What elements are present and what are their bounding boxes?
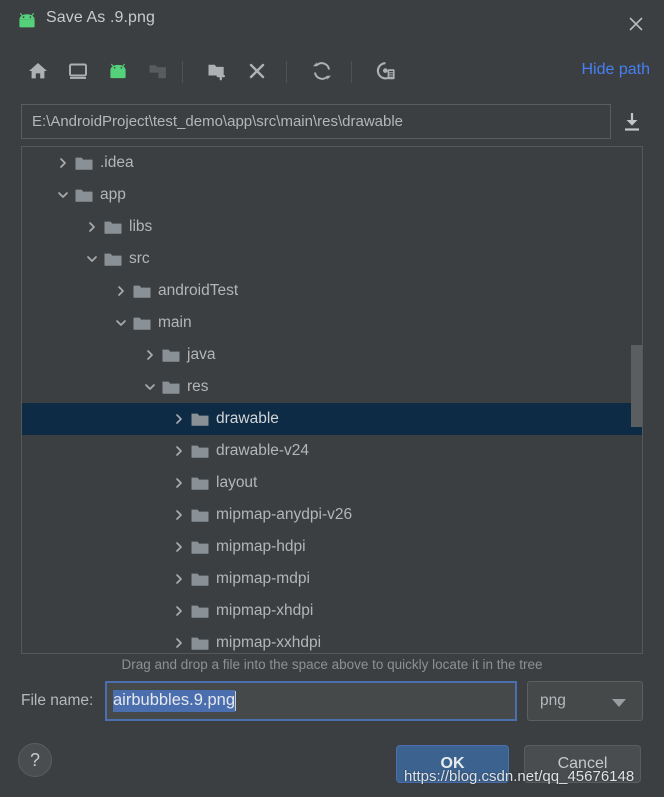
- toolbar-separator: [182, 61, 183, 83]
- tree-item-label: mipmap-mdpi: [216, 570, 310, 587]
- tree-row[interactable]: layout: [22, 467, 642, 499]
- toolbar-separator: [286, 61, 287, 83]
- tree-item-label: androidTest: [158, 282, 239, 299]
- tree-row[interactable]: app: [22, 179, 642, 211]
- folder-icon: [104, 220, 122, 235]
- tree-item-label: mipmap-anydpi-v26: [216, 506, 353, 523]
- tree-row[interactable]: res: [22, 371, 642, 403]
- chevron-down-icon[interactable]: [138, 371, 162, 403]
- download-icon[interactable]: [620, 111, 644, 133]
- tree-item-label: src: [129, 250, 150, 267]
- show-hidden-icon[interactable]: [368, 54, 402, 88]
- tree-row[interactable]: .idea: [22, 147, 642, 179]
- tree-row[interactable]: mipmap-anydpi-v26: [22, 499, 642, 531]
- desktop-icon[interactable]: [61, 54, 95, 88]
- tree-row[interactable]: mipmap-xxhdpi: [22, 627, 642, 653]
- tree-item-label: app: [100, 186, 126, 203]
- tree-row[interactable]: src: [22, 243, 642, 275]
- toolbar-separator: [351, 61, 352, 83]
- chevron-down-icon[interactable]: [80, 243, 104, 275]
- folder-icon: [133, 284, 151, 299]
- tree-row[interactable]: androidTest: [22, 275, 642, 307]
- drag-drop-hint: Drag and drop a file into the space abov…: [121, 657, 543, 672]
- tree-row[interactable]: drawable: [22, 403, 642, 435]
- chevron-right-icon[interactable]: [167, 467, 191, 499]
- tree-item-label: .idea: [100, 154, 134, 171]
- folder-icon: [75, 188, 93, 203]
- folder-icon: [162, 380, 180, 395]
- folder-icon: [133, 316, 151, 331]
- tree-row[interactable]: mipmap-xhdpi: [22, 595, 642, 627]
- folder-icon: [162, 348, 180, 363]
- file-name-label: File name:: [21, 692, 94, 709]
- folder-icon: [191, 444, 209, 459]
- folder-icon: [191, 636, 209, 651]
- android-project-icon[interactable]: [101, 54, 135, 88]
- tree-item-label: main: [158, 314, 192, 331]
- tree-item-label: mipmap-xhdpi: [216, 602, 314, 619]
- tree-row-list: .idea app libs src androidTest main java res dra…: [22, 147, 642, 653]
- tree-item-label: mipmap-hdpi: [216, 538, 306, 555]
- hide-path-link[interactable]: Hide path: [582, 61, 651, 79]
- extension-value: png: [540, 692, 566, 709]
- tree-row[interactable]: mipmap-hdpi: [22, 531, 642, 563]
- save-as-dialog: Save As .9.png Hide path E:\AndroidProje…: [0, 0, 664, 797]
- title-bar: Save As .9.png: [0, 0, 664, 46]
- tree-scrollbar-track[interactable]: [631, 147, 642, 653]
- refresh-icon[interactable]: [305, 54, 339, 88]
- tree-row[interactable]: libs: [22, 211, 642, 243]
- chevron-right-icon[interactable]: [167, 627, 191, 653]
- watermark-text: https://blog.csdn.net/qq_45676148: [404, 768, 635, 785]
- tree-row[interactable]: main: [22, 307, 642, 339]
- folder-icon: [191, 604, 209, 619]
- chevron-right-icon[interactable]: [80, 211, 104, 243]
- delete-icon[interactable]: [240, 54, 274, 88]
- path-input[interactable]: [21, 104, 611, 139]
- folder-icon: [191, 572, 209, 587]
- tree-item-label: res: [187, 378, 209, 395]
- tree-item-label: java: [187, 346, 216, 363]
- tree-row[interactable]: java: [22, 339, 642, 371]
- folder-disabled-icon: [141, 54, 175, 88]
- folder-icon: [191, 412, 209, 427]
- text-caret: [235, 691, 237, 711]
- extension-dropdown[interactable]: png: [527, 681, 643, 721]
- tree-row[interactable]: mipmap-mdpi: [22, 563, 642, 595]
- window-title: Save As .9.png: [46, 9, 156, 26]
- chevron-right-icon[interactable]: [138, 339, 162, 371]
- folder-icon: [191, 540, 209, 555]
- toolbar: Hide path: [0, 46, 664, 98]
- folder-icon: [104, 252, 122, 267]
- folder-icon: [191, 476, 209, 491]
- tree-scrollbar-thumb[interactable]: [631, 345, 642, 427]
- chevron-right-icon[interactable]: [109, 275, 133, 307]
- tree-item-label: mipmap-xxhdpi: [216, 634, 322, 651]
- chevron-down-icon: [612, 699, 626, 707]
- home-icon[interactable]: [21, 54, 55, 88]
- tree-item-label: drawable-v24: [216, 442, 310, 459]
- folder-icon: [191, 508, 209, 523]
- tree-row[interactable]: drawable-v24: [22, 435, 642, 467]
- file-name-value: airbubbles.9.png: [113, 690, 236, 712]
- close-icon[interactable]: [622, 10, 650, 38]
- path-bar: [0, 100, 664, 142]
- chevron-right-icon[interactable]: [167, 499, 191, 531]
- chevron-down-icon[interactable]: [51, 179, 75, 211]
- chevron-down-icon[interactable]: [109, 307, 133, 339]
- tree-item-label: drawable: [216, 410, 279, 427]
- chevron-right-icon[interactable]: [167, 595, 191, 627]
- new-folder-icon[interactable]: [200, 54, 234, 88]
- android-robot-icon: [16, 13, 38, 29]
- chevron-right-icon[interactable]: [167, 403, 191, 435]
- chevron-right-icon[interactable]: [167, 563, 191, 595]
- chevron-right-icon[interactable]: [51, 147, 75, 179]
- folder-icon: [75, 156, 93, 171]
- chevron-right-icon[interactable]: [167, 435, 191, 467]
- tree-item-label: layout: [216, 474, 258, 491]
- file-name-input[interactable]: airbubbles.9.png: [105, 681, 517, 721]
- tree-item-label: libs: [129, 218, 153, 235]
- directory-tree[interactable]: .idea app libs src androidTest main java res dra…: [21, 146, 643, 654]
- help-button[interactable]: ?: [18, 743, 52, 777]
- chevron-right-icon[interactable]: [167, 531, 191, 563]
